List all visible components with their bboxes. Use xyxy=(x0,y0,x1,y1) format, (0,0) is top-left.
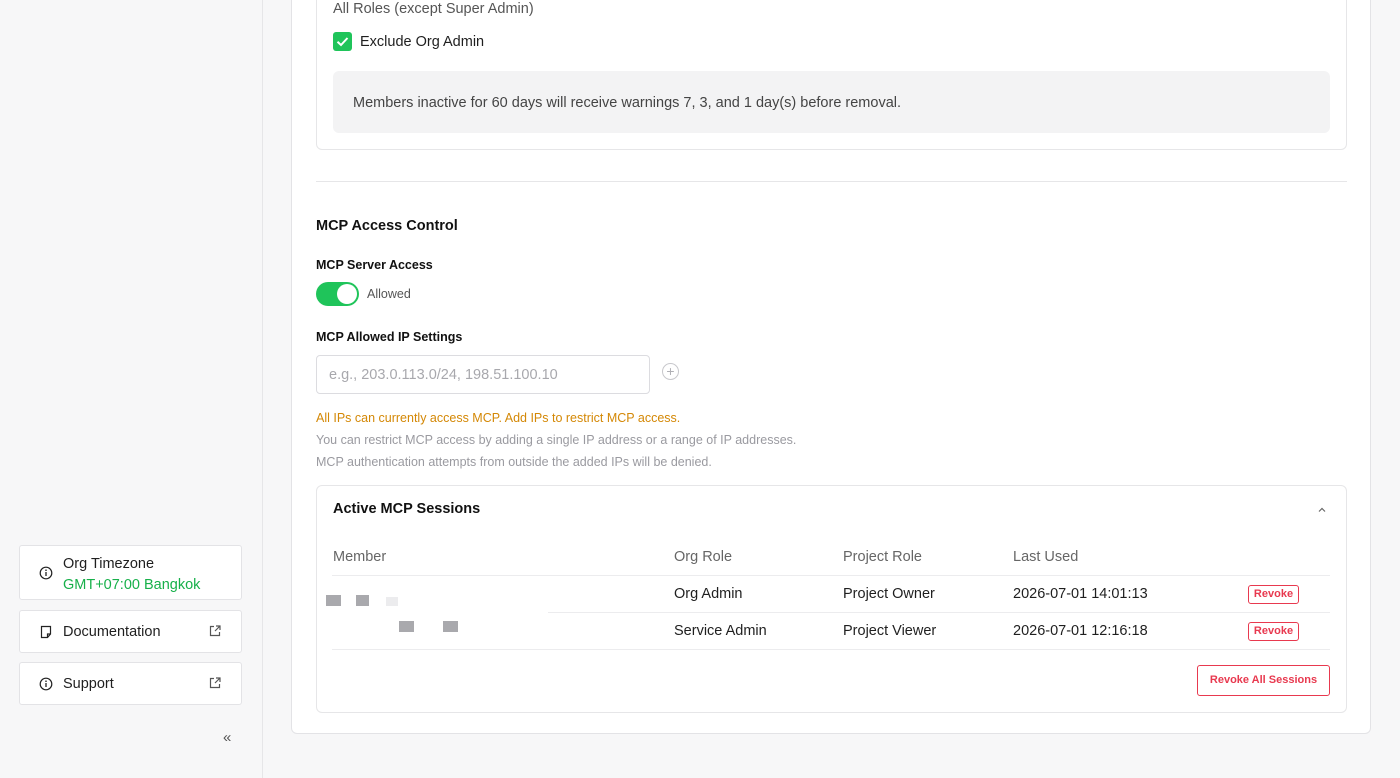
mcp-ip-help-1: You can restrict MCP access by adding a … xyxy=(316,433,797,447)
document-icon xyxy=(39,625,53,639)
table-divider xyxy=(332,649,1330,650)
exclude-org-admin-label: Exclude Org Admin xyxy=(360,34,485,50)
row-org-role: Org Admin xyxy=(674,586,743,602)
support-label: Support xyxy=(63,676,114,692)
section-divider xyxy=(316,181,1347,182)
redacted-member xyxy=(443,621,458,632)
row-org-role: Service Admin xyxy=(674,623,767,639)
exclude-org-admin-checkbox[interactable] xyxy=(333,32,352,51)
plus-circle-icon[interactable]: + xyxy=(662,363,679,380)
table-divider xyxy=(332,575,1330,576)
revoke-button[interactable]: Revoke xyxy=(1248,585,1299,604)
org-timezone-card: Org Timezone GMT+07:00 Bangkok xyxy=(19,545,242,600)
check-icon xyxy=(336,37,349,47)
chevron-up-icon[interactable] xyxy=(1316,503,1328,521)
table-divider xyxy=(548,612,1330,613)
row-last-used: 2026-07-01 12:16:18 xyxy=(1013,623,1148,639)
redacted-member xyxy=(356,595,369,606)
mcp-section-title: MCP Access Control xyxy=(316,218,458,234)
toggle-knob xyxy=(337,284,357,304)
documentation-label: Documentation xyxy=(63,624,161,640)
revoke-all-sessions-button[interactable]: Revoke All Sessions xyxy=(1197,665,1330,696)
sessions-title: Active MCP Sessions xyxy=(333,501,481,517)
row-project-role: Project Viewer xyxy=(843,623,937,639)
documentation-link[interactable]: Documentation xyxy=(19,610,242,653)
support-link[interactable]: Support xyxy=(19,662,242,705)
mcp-ip-input[interactable] xyxy=(316,355,650,394)
external-link-icon xyxy=(208,676,222,690)
inactivity-note-text: Members inactive for 60 days will receiv… xyxy=(353,95,902,111)
org-timezone-value: GMT+07:00 Bangkok xyxy=(63,577,201,593)
mcp-ip-settings-label: MCP Allowed IP Settings xyxy=(316,330,463,344)
external-link-icon xyxy=(208,624,222,638)
column-header-org-role: Org Role xyxy=(674,549,733,565)
column-header-last-used: Last Used xyxy=(1013,549,1079,565)
row-project-role: Project Owner xyxy=(843,586,935,602)
mcp-ip-help-2: MCP authentication attempts from outside… xyxy=(316,455,712,469)
row-last-used: 2026-07-01 14:01:13 xyxy=(1013,586,1148,602)
column-header-project-role: Project Role xyxy=(843,549,922,565)
sidebar: Org Timezone GMT+07:00 Bangkok Documenta… xyxy=(0,0,263,778)
mcp-server-access-state: Allowed xyxy=(367,287,411,301)
mcp-server-access-label: MCP Server Access xyxy=(316,258,433,272)
revoke-button[interactable]: Revoke xyxy=(1248,622,1299,641)
redacted-member xyxy=(399,621,414,632)
org-timezone-label: Org Timezone xyxy=(63,556,155,572)
info-circle-icon xyxy=(39,566,53,580)
info-circle-icon xyxy=(39,677,53,691)
roles-text: All Roles (except Super Admin) xyxy=(333,1,534,17)
inactivity-note: Members inactive for 60 days will receiv… xyxy=(333,71,1330,133)
redacted-member xyxy=(326,595,341,606)
active-sessions-panel xyxy=(316,485,1347,713)
collapse-sidebar-button[interactable]: « xyxy=(223,729,231,746)
mcp-server-access-toggle[interactable] xyxy=(316,282,359,306)
mcp-ip-warning: All IPs can currently access MCP. Add IP… xyxy=(316,411,681,425)
column-header-member: Member xyxy=(333,549,387,565)
redacted-member xyxy=(386,597,398,606)
